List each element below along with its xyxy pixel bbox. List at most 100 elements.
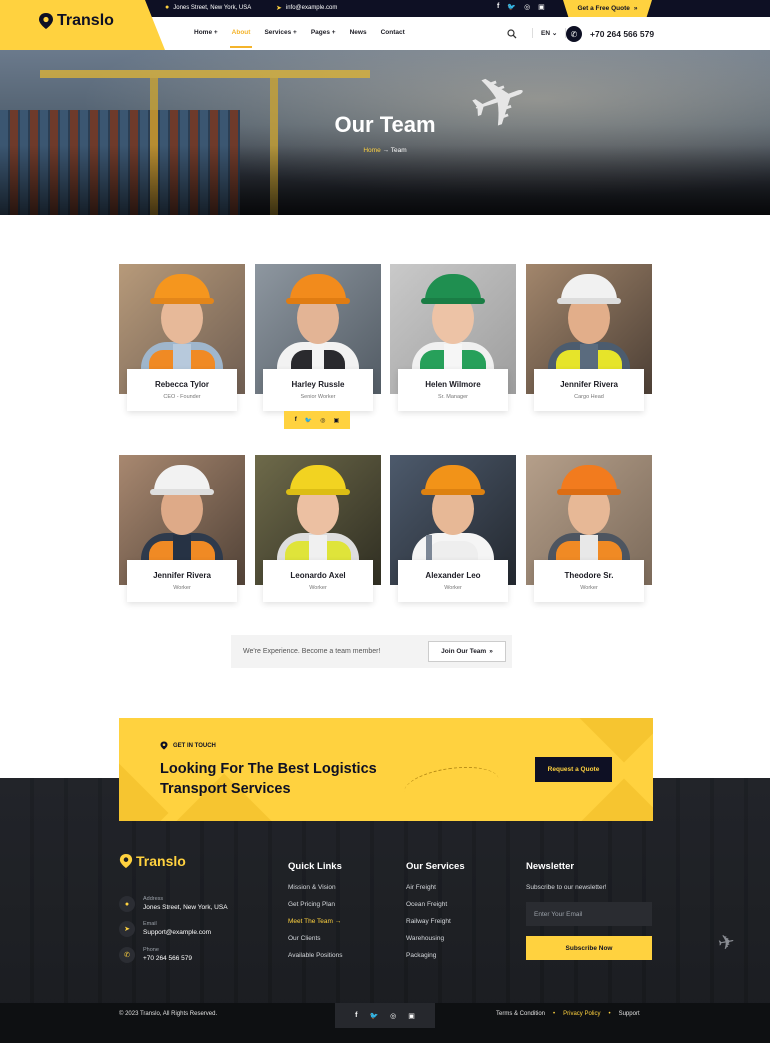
instagram-icon[interactable]: ◎ [320, 417, 325, 424]
facebook-icon[interactable]: f [355, 1012, 357, 1019]
team-member-name[interactable]: Harley Russle [263, 380, 373, 389]
team-member-role: Senior Worker [300, 394, 336, 400]
terms-link[interactable]: Terms & Condition [496, 1011, 545, 1017]
page-title: Our Team [334, 112, 436, 137]
logo-pin-icon [119, 854, 133, 868]
nav-pages[interactable]: Pages + [311, 29, 336, 36]
team-card[interactable]: Helen Wilmore Sr. Manager [390, 264, 516, 415]
hero-shade [0, 145, 770, 215]
logo-text: Translo [57, 12, 114, 29]
breadcrumb-home[interactable]: Home [363, 147, 380, 154]
team-card[interactable]: Alexander Leo Worker [390, 455, 516, 606]
footer-address: ● Address Jones Street, New York, USA [119, 896, 228, 912]
site-logo[interactable]: Translo [38, 12, 114, 30]
subscribe-button[interactable]: Subscribe Now [526, 936, 652, 960]
team-card-info: Helen Wilmore Sr. Manager [398, 369, 508, 411]
footer-link[interactable]: Our Clients [288, 935, 342, 952]
cta-heading: Looking For The Best Logistics Transport… [160, 761, 377, 797]
join-team-text: We're Experience. Become a team member! [243, 648, 381, 655]
topbar-social-links: f 🐦 ◎ ▣ [497, 3, 545, 11]
double-chevron-right-icon: » [633, 5, 638, 12]
team-member-name[interactable]: Jennifer Rivera [534, 380, 644, 389]
contact-label: Address [143, 896, 164, 902]
footer-link[interactable]: Warehousing [406, 935, 465, 952]
nav-contact[interactable]: Contact [381, 29, 405, 36]
footer-link[interactable]: Mission & Vision [288, 884, 342, 901]
twitter-icon[interactable]: 🐦 [507, 3, 516, 11]
services-heading: Our Services [406, 861, 465, 872]
linkedin-icon[interactable]: ▣ [538, 3, 545, 11]
footer-link[interactable]: Get Pricing Plan [288, 901, 342, 918]
team-card[interactable]: Harley Russle Senior Worker [255, 264, 381, 415]
team-card-info: Leonardo Axel Worker [263, 560, 373, 602]
contact-value[interactable]: +70 264 566 579 [143, 955, 192, 962]
topbar-address-text: Jones Street, New York, USA [173, 4, 252, 11]
team-member-name[interactable]: Alexander Leo [398, 571, 508, 580]
send-icon: ➤ [276, 5, 282, 12]
footer-link[interactable]: Railway Freight [406, 918, 465, 935]
nav-home[interactable]: Home + [194, 29, 218, 36]
team-member-name[interactable]: Theodore Sr. [534, 571, 644, 580]
team-card-info: Jennifer Rivera Cargo Head [534, 369, 644, 411]
team-card[interactable]: Jennifer Rivera Worker [119, 455, 245, 606]
main-nav: Home + About Services + Pages + News Con… [194, 29, 419, 48]
footer-link-active[interactable]: Meet The Team → [288, 918, 342, 935]
team-member-name[interactable]: Rebecca Tylor [127, 380, 237, 389]
contact-value[interactable]: Support@example.com [143, 929, 211, 936]
team-card[interactable]: Rebecca Tylor CEO - Founder [119, 264, 245, 415]
location-pin-icon: ● [165, 4, 170, 11]
instagram-icon[interactable]: ◎ [390, 1012, 396, 1020]
cta-decoration [574, 778, 653, 821]
team-member-role: CEO - Founder [163, 394, 201, 400]
nav-news[interactable]: News [350, 29, 367, 36]
footer-logo[interactable]: Translo [119, 853, 186, 869]
footer-link[interactable]: Air Freight [406, 884, 465, 901]
nav-services[interactable]: Services + [264, 29, 296, 36]
team-card[interactable]: Theodore Sr. Worker [526, 455, 652, 606]
get-free-quote-button[interactable]: Get a Free Quote » [563, 0, 652, 17]
search-icon[interactable] [507, 29, 517, 41]
quick-links-heading: Quick Links [288, 861, 342, 872]
facebook-icon[interactable]: f [295, 417, 297, 423]
cta-tag: GET IN TOUCH [160, 741, 216, 750]
nav-about[interactable]: About [229, 29, 253, 48]
team-member-name[interactable]: Leonardo Axel [263, 571, 373, 580]
team-member-name[interactable]: Jennifer Rivera [127, 571, 237, 580]
newsletter-text: Subscribe to our newsletter! [526, 884, 607, 891]
linkedin-icon[interactable]: ▣ [334, 417, 340, 424]
contact-label: Phone [143, 947, 159, 953]
topbar-address: ● Jones Street, New York, USA [165, 4, 251, 11]
linkedin-icon[interactable]: ▣ [408, 1012, 415, 1020]
team-card[interactable]: Jennifer Rivera Cargo Head [526, 264, 652, 415]
header-phone-number[interactable]: +70 264 566 579 [590, 29, 654, 39]
footer-services: Our Services Air Freight Ocean Freight R… [406, 861, 465, 969]
contact-value: Jones Street, New York, USA [143, 904, 228, 911]
arrow-right-icon: → [334, 918, 342, 925]
team-card[interactable]: Leonardo Axel Worker [255, 455, 381, 606]
copyright-text: © 2023 Translo, All Rights Reserved. [119, 1011, 218, 1017]
language-label: EN [541, 30, 551, 37]
privacy-policy-link[interactable]: Privacy Policy [563, 1011, 600, 1017]
instagram-icon[interactable]: ◎ [524, 3, 530, 11]
newsletter-heading: Newsletter [526, 861, 575, 872]
language-selector[interactable]: EN ⌄ [532, 28, 567, 38]
newsletter-email-input[interactable] [526, 902, 652, 926]
twitter-icon[interactable]: 🐦 [305, 417, 312, 424]
footer-link[interactable]: Available Positions [288, 952, 342, 969]
facebook-icon[interactable]: f [497, 3, 499, 11]
phone-icon: ✆ [566, 26, 582, 42]
footer-link-label: Meet The Team [288, 918, 333, 925]
join-team-button[interactable]: Join Our Team » [428, 641, 506, 662]
twitter-icon[interactable]: 🐦 [369, 1012, 378, 1020]
request-quote-button[interactable]: Request a Quote [535, 757, 612, 782]
footer-link[interactable]: Packaging [406, 952, 465, 969]
team-member-role: Worker [580, 585, 598, 591]
cta-tag-text: GET IN TOUCH [173, 742, 216, 749]
cta-banner: GET IN TOUCH Looking For The Best Logist… [119, 718, 653, 821]
footer-link[interactable]: Ocean Freight [406, 901, 465, 918]
footer-phone: ✆ Phone +70 264 566 579 [119, 947, 192, 963]
team-member-name[interactable]: Helen Wilmore [398, 380, 508, 389]
topbar-email[interactable]: ➤ info@example.com [276, 4, 337, 12]
topbar-email-text[interactable]: info@example.com [286, 5, 337, 11]
support-link[interactable]: Support [619, 1011, 640, 1017]
